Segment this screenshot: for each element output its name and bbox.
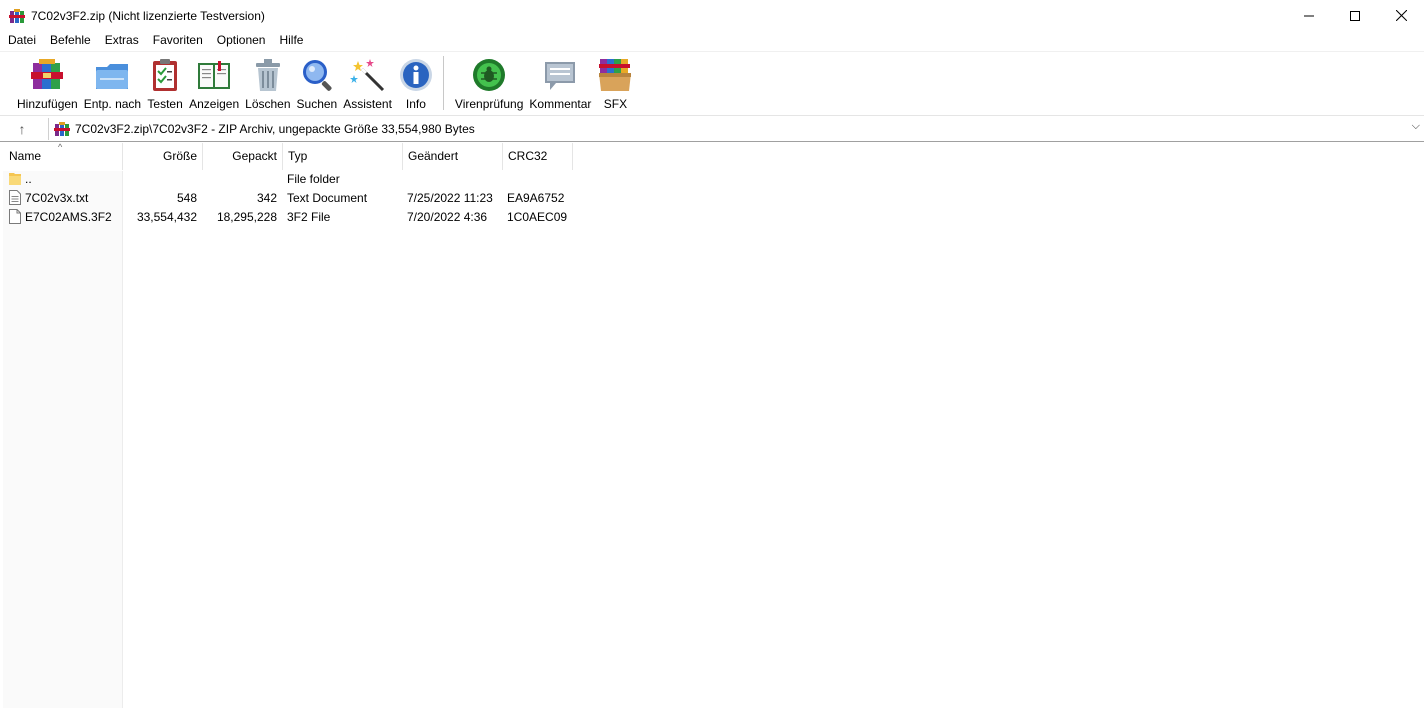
column-packed[interactable]: Gepackt (203, 143, 283, 170)
wizard-wand-icon (349, 57, 386, 93)
search-icon (299, 57, 335, 93)
winrar-app-icon[interactable] (9, 8, 25, 24)
cell-type: File folder (287, 171, 340, 186)
sfx-label: SFX (603, 97, 628, 111)
cell-modified: 7/25/2022 11:23 (407, 190, 493, 205)
comment-label: Kommentar (529, 97, 592, 111)
column-size-label: Größe (162, 149, 197, 163)
view-button[interactable]: Anzeigen (186, 52, 242, 114)
sfx-button[interactable]: SFX (594, 52, 636, 114)
table-row[interactable]: .. File folder (0, 169, 572, 188)
address-field[interactable]: 7C02v3F2.zip\7C02v3F2 - ZIP Archiv, unge… (48, 118, 1424, 140)
maximize-button[interactable] (1332, 0, 1378, 31)
cell-name: E7C02AMS.3F2 (0, 209, 122, 224)
cell-size: 548 (176, 190, 197, 205)
table-row[interactable]: E7C02AMS.3F2 33,554,432 18,295,228 3F2 F… (0, 207, 572, 226)
minimize-button[interactable] (1286, 0, 1332, 31)
column-crc32[interactable]: CRC32 (503, 143, 573, 170)
info-icon (398, 57, 434, 93)
title-bar: 7C02v3F2.zip (Nicht lizenzierte Testvers… (0, 0, 1424, 31)
cell-modified: 7/20/2022 4:36 (407, 209, 488, 224)
cell-type: Text Document (287, 190, 368, 205)
name-column-divider (122, 171, 123, 708)
virus-scan-label: Virenprüfung (454, 97, 524, 111)
trash-icon (250, 57, 286, 93)
chevron-down-icon[interactable]: ⌵ (1412, 120, 1420, 133)
menu-extras[interactable]: Extras (98, 31, 146, 50)
folder-icon (9, 171, 21, 186)
column-modified-label: Geändert (408, 149, 459, 163)
up-folder-button[interactable]: ↑ (12, 120, 32, 138)
test-label: Testen (147, 97, 183, 111)
column-crc32-label: CRC32 (508, 149, 548, 163)
toolbar-separator (442, 56, 444, 110)
close-button[interactable] (1378, 0, 1424, 31)
wizard-button[interactable]: Assistent (340, 52, 395, 114)
add-button[interactable]: Hinzufügen (14, 52, 81, 114)
table-row[interactable]: 7C02v3x.txt 548 342 Text Document 7/25/2… (0, 188, 572, 207)
cell-crc32: EA9A6752 (507, 190, 565, 205)
virus-scan-button[interactable]: Virenprüfung (452, 52, 527, 114)
address-path: 7C02v3F2.zip\7C02v3F2 - ZIP Archiv, unge… (75, 122, 475, 136)
maximize-icon (1350, 10, 1360, 21)
sfx-box-icon (597, 57, 633, 93)
cell-crc32: 1C0AEC09 (507, 209, 568, 224)
column-header: ^ Name Größe Gepackt Typ Geändert CRC32 (0, 142, 573, 170)
window-title: 7C02v3F2.zip (Nicht lizenzierte Testvers… (31, 8, 265, 23)
window-controls (1286, 0, 1424, 31)
column-type-label: Typ (288, 149, 308, 163)
column-size[interactable]: Größe (123, 143, 203, 170)
view-book-icon (196, 57, 232, 93)
name-column-background (3, 171, 123, 708)
toolbar: Hinzufügen Entp. nach Testen Anzeigen Lö… (0, 51, 1424, 114)
find-label: Suchen (296, 97, 338, 111)
menu-optionen[interactable]: Optionen (210, 31, 273, 50)
address-bar: ↑ 7C02v3F2.zip\7C02v3F2 - ZIP Archiv, un… (0, 115, 1424, 142)
test-clipboard-icon (147, 57, 183, 93)
cell-name: 7C02v3x.txt (0, 190, 122, 205)
close-icon (1395, 10, 1407, 21)
view-label: Anzeigen (189, 97, 240, 111)
menu-datei[interactable]: Datei (0, 31, 43, 50)
minimize-icon (1304, 15, 1314, 16)
menu-befehle[interactable]: Befehle (43, 31, 98, 50)
text-file-icon (9, 190, 21, 205)
wizard-label: Assistent (343, 97, 392, 111)
column-modified[interactable]: Geändert (403, 143, 503, 170)
extract-to-label: Entp. nach (83, 97, 142, 111)
column-name[interactable]: ^ Name (0, 142, 123, 170)
file-icon (9, 209, 21, 224)
delete-button[interactable]: Löschen (242, 52, 293, 114)
add-archive-icon (29, 57, 65, 93)
virus-scan-icon (471, 57, 507, 93)
file-list: ^ Name Größe Gepackt Typ Geändert CRC32 … (0, 142, 1424, 708)
comment-button[interactable]: Kommentar (526, 52, 594, 114)
extract-folder-icon (94, 57, 130, 93)
menu-favoriten[interactable]: Favoriten (146, 31, 210, 50)
menu-hilfe[interactable]: Hilfe (272, 31, 310, 50)
info-label: Info (405, 97, 426, 111)
menu-bar: Datei Befehle Extras Favoriten Optionen … (0, 31, 310, 50)
delete-label: Löschen (245, 97, 291, 111)
add-label: Hinzufügen (17, 97, 78, 111)
cell-name: .. (0, 171, 122, 186)
column-type[interactable]: Typ (283, 143, 403, 170)
comment-icon (542, 57, 578, 93)
column-packed-label: Gepackt (232, 149, 277, 163)
test-button[interactable]: Testen (144, 52, 186, 114)
info-button[interactable]: Info (395, 52, 437, 114)
cell-size: 33,554,432 (136, 209, 197, 224)
column-name-label: Name (9, 149, 42, 163)
cell-packed: 18,295,228 (216, 209, 277, 224)
extract-to-button[interactable]: Entp. nach (81, 52, 144, 114)
sort-ascending-icon: ^ (58, 142, 63, 152)
cell-type: 3F2 File (287, 209, 331, 224)
find-button[interactable]: Suchen (294, 52, 341, 114)
cell-packed: 342 (256, 190, 277, 205)
